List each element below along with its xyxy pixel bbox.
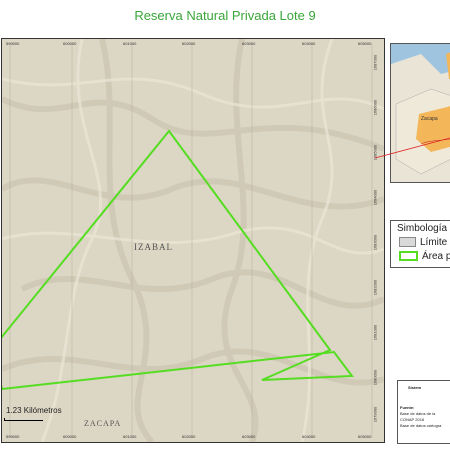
- scale-label: 1.23 Kilómetros: [6, 406, 62, 415]
- legend-swatch: [399, 251, 418, 262]
- zacapa-label: ZACAPA: [84, 419, 122, 428]
- info-line: Base de datos de la: [400, 411, 436, 416]
- legend-label: Límite: [420, 237, 448, 248]
- bottom-tick: 599000: [6, 434, 20, 439]
- main-map[interactable]: IZABAL ZACAPA: [1, 38, 385, 443]
- top-tick: 599000: [6, 41, 20, 46]
- info-title: Sistem: [408, 385, 422, 390]
- right-tick: 1685000: [372, 144, 378, 161]
- info-line: Base de datos cartogra: [400, 423, 442, 428]
- right-tick: 1684000: [372, 189, 378, 206]
- info-line: CONAP 2016: [400, 417, 425, 422]
- scale-bar: [4, 418, 43, 421]
- right-tick: 1681000: [372, 324, 378, 341]
- bottom-tick: 604000: [302, 434, 316, 439]
- terrain-layer: [2, 39, 384, 442]
- right-tick: 1679000: [372, 406, 378, 423]
- top-tick: 602000: [182, 41, 196, 46]
- inset-region-label: Zacapa: [421, 116, 438, 122]
- top-tick: 605000: [358, 41, 372, 46]
- legend-item-area: Área pr: [399, 251, 450, 262]
- top-tick: 600000: [63, 41, 77, 46]
- bottom-tick: 605000: [358, 434, 372, 439]
- inset-terrain: [391, 44, 450, 182]
- bottom-tick: 603000: [242, 434, 256, 439]
- bottom-tick: 601000: [123, 434, 137, 439]
- top-tick: 604000: [302, 41, 316, 46]
- bottom-tick: 602000: [182, 434, 196, 439]
- top-tick: 603000: [242, 41, 256, 46]
- right-tick: 1680000: [372, 369, 378, 386]
- map-title: Reserva Natural Privada Lote 9: [134, 8, 316, 23]
- info-box: Sistem Fuente: Base de datos de la CONAP…: [397, 380, 450, 444]
- legend-label: Área pr: [422, 251, 450, 262]
- inset-map[interactable]: Zacapa: [390, 43, 450, 183]
- top-tick: 601000: [123, 41, 137, 46]
- info-line: Fuente:: [400, 405, 415, 410]
- right-tick: 1687000: [372, 54, 378, 71]
- legend: Simbología Límite Área pr: [390, 220, 450, 268]
- bottom-tick: 600000: [63, 434, 77, 439]
- right-tick: 1682000: [372, 279, 378, 296]
- legend-title: Simbología: [397, 223, 448, 234]
- right-tick: 1686000: [372, 99, 378, 116]
- right-tick: 1683000: [372, 234, 378, 251]
- izabal-label: IZABAL: [134, 242, 173, 252]
- legend-item-limite: Límite: [399, 237, 447, 248]
- legend-swatch: [399, 237, 416, 248]
